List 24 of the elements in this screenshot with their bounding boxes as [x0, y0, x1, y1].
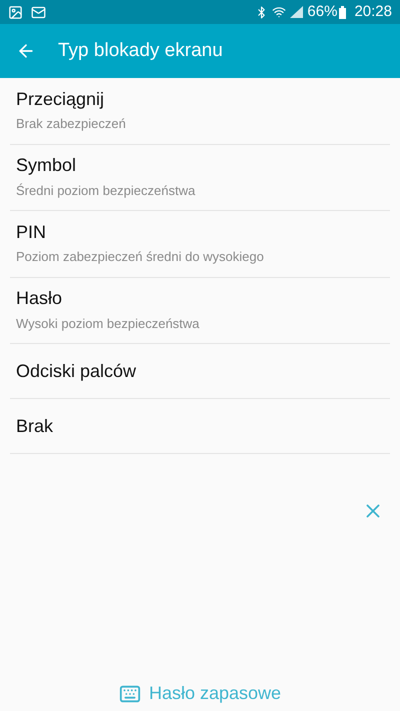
option-subtitle: Wysoki poziom bezpieczeństwa	[16, 314, 200, 333]
option-title: Symbol	[16, 154, 78, 177]
battery-level: 66%	[307, 2, 338, 22]
signal-icon	[290, 6, 304, 18]
battery-icon	[339, 6, 346, 18]
option-title: PIN	[16, 220, 48, 244]
option-title: Odciski palców	[16, 360, 138, 382]
lock-option[interactable]: Odciski palców	[10, 344, 390, 399]
lock-option[interactable]: Przeciągnij Brak zabezpieczeń	[10, 78, 390, 144]
lock-option[interactable]: Hasło Wysoki poziom bezpieczeństwa	[10, 278, 390, 344]
option-subtitle: Brak zabezpieczeń	[16, 115, 127, 134]
option-subtitle: Średni poziom bezpieczeństwa	[16, 182, 196, 200]
mail-notification-icon	[31, 4, 46, 20]
clock: 20:28	[354, 2, 392, 22]
image-notification-icon	[8, 4, 23, 20]
lock-option[interactable]: PIN Poziom zabezpieczeń średni do wysokiego	[10, 211, 390, 278]
wifi-icon	[272, 5, 286, 19]
option-subtitle: Poziom zabezpieczeń średni do wysokiego	[16, 248, 265, 266]
lock-option[interactable]: Symbol Średni poziom bezpieczeństwa	[10, 144, 390, 211]
option-title: Hasło	[16, 287, 64, 310]
option-title: Przeciągnij	[16, 88, 106, 110]
screen-title: Typ blokady ekranu	[58, 38, 223, 63]
option-title: Brak	[16, 414, 54, 438]
lock-option[interactable]: Brak	[10, 399, 390, 454]
